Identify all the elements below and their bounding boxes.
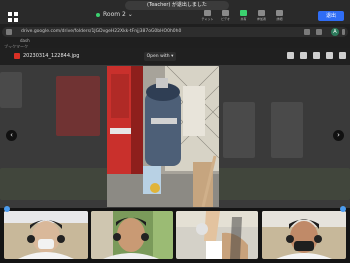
participants-button[interactable]: 参加者: [254, 10, 269, 24]
address-bar[interactable]: drive.google.com/drive/folders/1JGDvgeH2…: [2, 27, 348, 37]
background-thumbnail: [223, 102, 255, 158]
video-icon: [222, 10, 229, 16]
meeting-toolbar: (Teacher) が退出しました Room 2 ⌄ チャット ビデオ 共有 参…: [0, 0, 350, 24]
tab-label[interactable]: dash: [20, 38, 30, 43]
more-actions-icon[interactable]: [339, 52, 346, 59]
profile-avatar[interactable]: A: [331, 28, 339, 36]
video-button[interactable]: ビデオ: [218, 10, 233, 24]
apps-grid-icon[interactable]: [8, 12, 18, 22]
site-info-icon[interactable]: [6, 29, 12, 35]
strip-handle-left-icon[interactable]: [4, 206, 10, 212]
trash-area-photo: [107, 66, 219, 207]
leave-button[interactable]: 退出: [318, 11, 344, 21]
viewer-photo: [107, 66, 219, 207]
browser-chrome: drive.google.com/drive/folders/1JGDvgeH2…: [0, 24, 350, 49]
next-image-button[interactable]: ›: [333, 130, 344, 141]
background-thumbnail: [0, 72, 22, 108]
chat-icon: [204, 10, 211, 16]
print-icon[interactable]: [313, 52, 320, 59]
screen: (Teacher) が退出しました Room 2 ⌄ チャット ビデオ 共有 参…: [0, 0, 350, 263]
browser-menu-icon[interactable]: [342, 29, 345, 35]
participant-video-tile[interactable]: [91, 211, 173, 259]
background-thumbnail: [271, 102, 303, 158]
share-icon: [240, 10, 247, 16]
participant-video-tile[interactable]: [4, 211, 88, 259]
add-to-drive-icon[interactable]: [287, 52, 294, 59]
image-file-icon: [14, 52, 20, 59]
url-text: drive.google.com/drive/folders/1JGDvgeH2…: [21, 29, 182, 34]
participant-video-tile[interactable]: [176, 211, 258, 259]
participants-icon: [258, 10, 265, 16]
more-icon: [276, 10, 283, 16]
leave-notification: (Teacher) が退出しました: [125, 1, 229, 10]
strip-handle-right-icon[interactable]: [340, 206, 346, 212]
meeting-controls: チャット ビデオ 共有 参加者 詳細: [200, 10, 287, 24]
participant-video: [4, 211, 88, 259]
extension-icon[interactable]: [304, 29, 310, 35]
participant-video: [91, 211, 173, 259]
participant-video-tile[interactable]: [262, 211, 346, 259]
download-icon[interactable]: [326, 52, 333, 59]
more-button[interactable]: 詳細: [272, 10, 287, 24]
chat-button[interactable]: チャット: [200, 10, 215, 24]
viewer-header: 20230314_122844.jpg Open with ▾: [0, 48, 350, 65]
participant-video: [176, 211, 258, 259]
bookmark-icon[interactable]: [316, 29, 322, 35]
previous-image-button[interactable]: ‹: [6, 130, 17, 141]
open-with-button[interactable]: Open with ▾: [144, 52, 176, 61]
viewer-actions: [287, 52, 346, 59]
room-status-icon: [96, 12, 100, 17]
participant-video-strip: [0, 208, 350, 263]
share-button[interactable]: 共有: [236, 10, 251, 24]
room-name[interactable]: Room 2 ⌄: [96, 10, 133, 20]
comment-icon[interactable]: [300, 52, 307, 59]
file-title: 20230314_122844.jpg: [14, 52, 79, 61]
background-thumbnail: [56, 76, 100, 136]
participant-video: [262, 211, 346, 259]
